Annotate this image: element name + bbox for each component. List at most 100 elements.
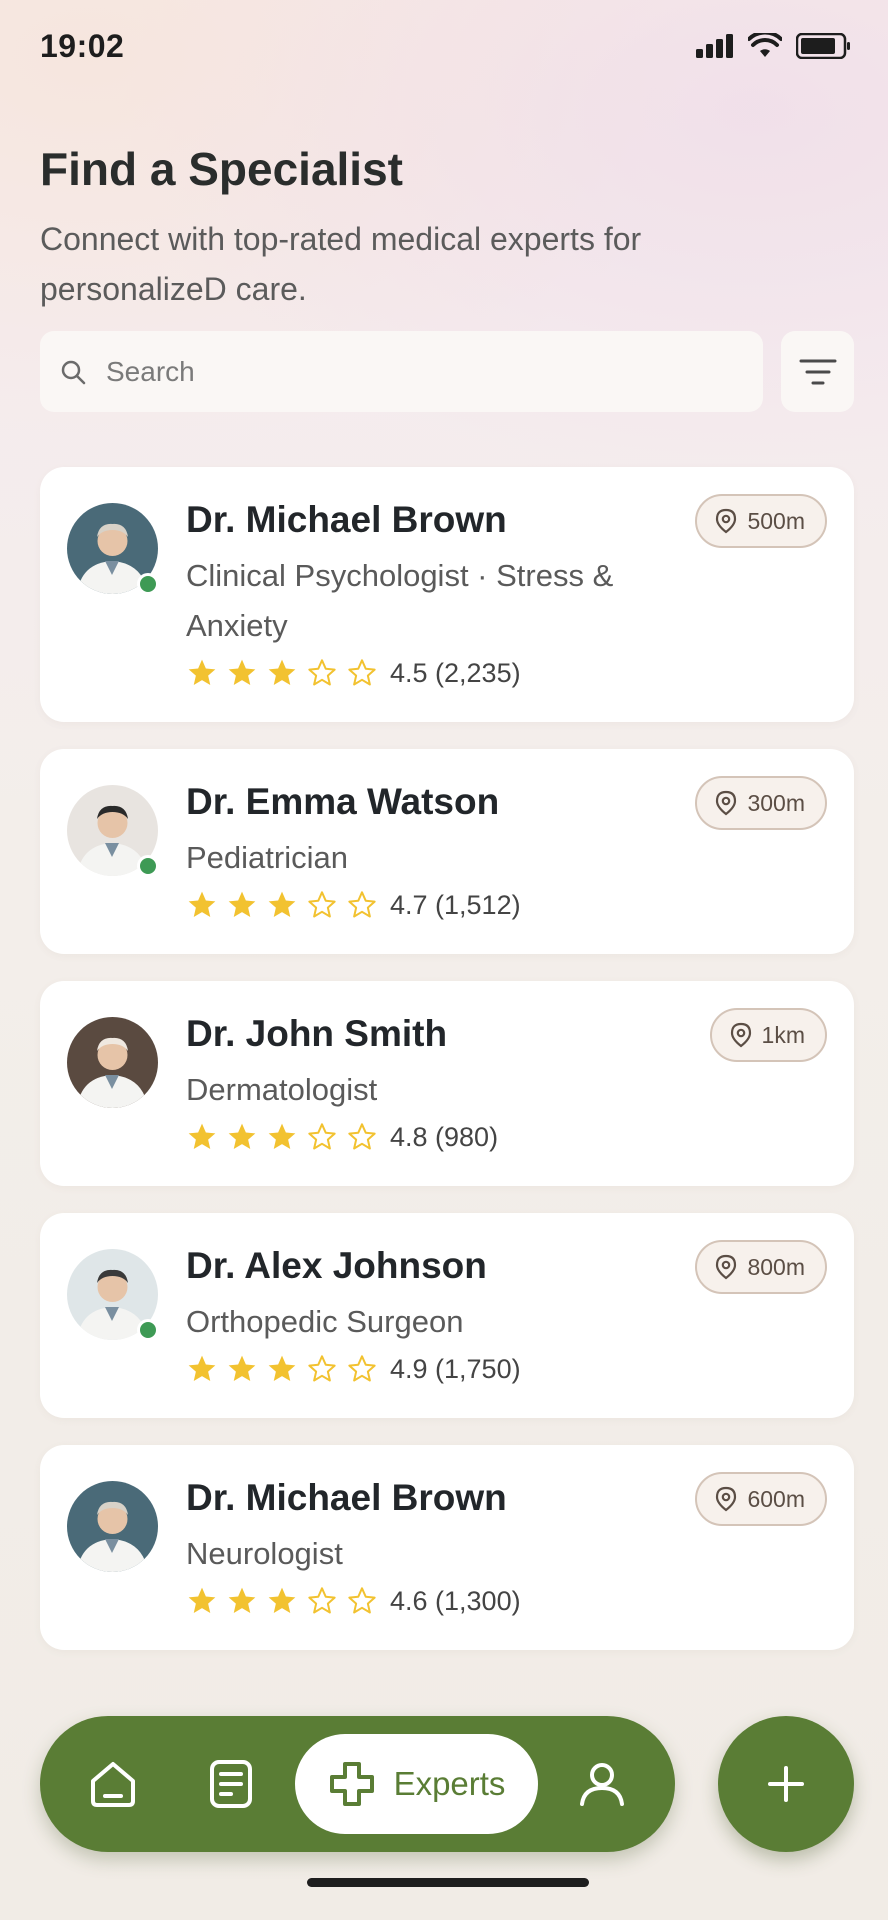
doctor-avatar [67, 785, 159, 877]
distance-badge: 800m [695, 1240, 827, 1294]
status-icons [696, 33, 852, 59]
star-filled-icon [268, 659, 296, 685]
medical-cross-icon [329, 1762, 374, 1806]
distance-badge: 1km [709, 1008, 827, 1062]
distance-badge: 600m [695, 1472, 827, 1526]
star-filled-icon [268, 1123, 296, 1149]
plus-icon [768, 1766, 804, 1802]
page-title: Find a Specialist [40, 143, 403, 195]
star-outline-icon [348, 1355, 376, 1382]
distance-badge: 300m [695, 776, 827, 830]
star-outline-icon [308, 891, 336, 918]
location-pin-icon [716, 508, 737, 534]
star-filled-icon [268, 1355, 296, 1381]
location-pin-icon [716, 790, 737, 816]
status-bar: 19:02 [40, 26, 852, 66]
star-outline-icon [348, 659, 376, 686]
nav-documents-button[interactable] [191, 1716, 271, 1852]
star-filled-icon [188, 891, 216, 917]
doctor-avatar [67, 1249, 159, 1341]
profile-icon [580, 1763, 624, 1806]
doctor-card[interactable]: Dr. John Smith Dermatologist 4.8 (980) 1km [40, 981, 854, 1186]
distance-text: 600m [747, 1485, 805, 1512]
nav-profile-button[interactable] [562, 1716, 642, 1852]
doctor-rating: 4.5 (2,235) [186, 657, 521, 689]
doctor-rating: 4.6 (1,300) [186, 1585, 521, 1617]
star-filled-icon [228, 659, 256, 685]
location-pin-icon [716, 1254, 737, 1280]
doctor-specialty: Dermatologist [186, 1072, 378, 1107]
location-pin-icon [716, 1486, 737, 1512]
doctor-specialty: Orthopedic Surgeon [186, 1304, 464, 1339]
location-pin-icon [730, 1022, 751, 1048]
signal-icon [696, 34, 733, 58]
star-outline-icon [308, 1355, 336, 1382]
battery-icon [796, 33, 850, 59]
star-outline-icon [348, 1123, 376, 1150]
doctor-avatar [67, 503, 159, 595]
search-bar [40, 331, 763, 412]
star-filled-icon [188, 1355, 216, 1381]
star-filled-icon [228, 1355, 256, 1381]
star-outline-icon [348, 891, 376, 918]
doctor-card[interactable]: Dr. Michael Brown Neurologist 4.6 (1,300) 6… [40, 1445, 854, 1650]
home-icon [91, 1762, 135, 1807]
star-filled-icon [188, 1123, 216, 1149]
doctor-avatar [67, 1017, 158, 1108]
document-icon [210, 1760, 252, 1808]
star-filled-icon [268, 1587, 296, 1613]
doctor-name: Dr. Michael Brown [186, 499, 507, 540]
rating-text: 4.5 (2,235) [390, 657, 521, 688]
filter-icon [799, 359, 836, 384]
star-outline-icon [308, 659, 336, 686]
doctor-card[interactable]: Dr. Emma Watson Pediatrician 4.7 (1,512) 30… [40, 749, 854, 954]
distance-text: 800m [747, 1253, 805, 1280]
status-time: 19:02 [40, 27, 125, 64]
doctor-card[interactable]: Dr. Michael Brown Clinical Psychologist ·… [40, 467, 854, 722]
filter-button[interactable] [781, 331, 854, 412]
home-indicator [307, 1878, 589, 1887]
distance-badge: 500m [695, 494, 827, 548]
add-button[interactable] [718, 1716, 854, 1852]
doctor-name: Dr. Michael Brown [186, 1477, 507, 1518]
rating-text: 4.9 (1,750) [390, 1353, 521, 1384]
avatar-photo [67, 1481, 158, 1572]
doctor-name: Dr. John Smith [186, 1013, 448, 1054]
doctor-specialty: Pediatrician [186, 840, 348, 875]
wifi-icon [748, 33, 782, 57]
star-outline-icon [308, 1587, 336, 1614]
doctor-rating: 4.9 (1,750) [186, 1353, 521, 1385]
bottom-nav: Experts [40, 1716, 675, 1852]
doctor-name: Dr. Emma Watson [186, 781, 500, 822]
doctor-name: Dr. Alex Johnson [186, 1245, 487, 1286]
star-filled-icon [268, 891, 296, 917]
nav-experts-button[interactable]: Experts [295, 1734, 538, 1834]
star-filled-icon [188, 659, 216, 685]
doctor-avatar [67, 1481, 158, 1572]
star-outline-icon [348, 1587, 376, 1614]
distance-text: 300m [747, 789, 805, 816]
doctor-rating: 4.8 (980) [186, 1121, 498, 1153]
rating-text: 4.6 (1,300) [390, 1585, 521, 1616]
distance-text: 500m [747, 507, 805, 534]
rating-text: 4.8 (980) [390, 1121, 499, 1152]
page-subtitle: Connect with top-rated medical experts f… [40, 221, 642, 307]
star-filled-icon [228, 891, 256, 917]
distance-text: 1km [761, 1021, 805, 1048]
online-indicator [137, 573, 159, 595]
star-filled-icon [188, 1587, 216, 1613]
nav-home-button[interactable] [73, 1716, 153, 1852]
doctor-card[interactable]: Dr. Alex Johnson Orthopedic Surgeon 4.9 (1… [40, 1213, 854, 1418]
star-filled-icon [228, 1587, 256, 1613]
doctor-rating: 4.7 (1,512) [186, 889, 521, 921]
avatar-photo [67, 1017, 158, 1108]
online-indicator [137, 1319, 159, 1341]
nav-experts-label: Experts [393, 1765, 506, 1802]
star-outline-icon [308, 1123, 336, 1150]
rating-text: 4.7 (1,512) [390, 889, 521, 920]
search-icon [61, 360, 86, 384]
star-filled-icon [228, 1123, 256, 1149]
search-input[interactable] [104, 354, 708, 389]
doctor-specialty: Clinical Psychologist · Stress & Anxiety [186, 558, 614, 643]
doctor-specialty: Neurologist [186, 1536, 343, 1571]
